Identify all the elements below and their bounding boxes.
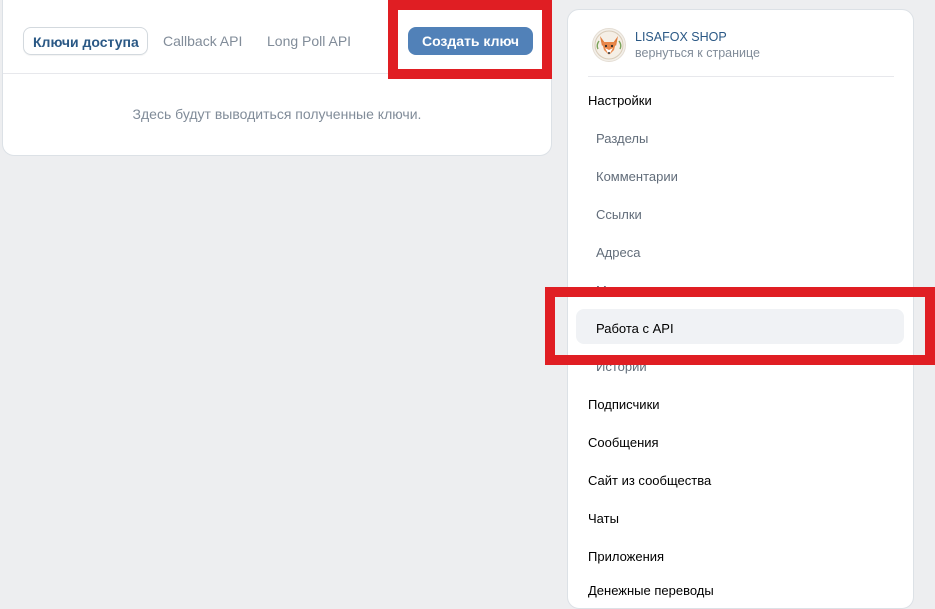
sidebar-item-settings[interactable]: Настройки <box>588 93 652 108</box>
sidebar-divider <box>588 76 894 77</box>
community-name[interactable]: LISAFOX SHOP <box>635 30 727 44</box>
sidebar-item-apps[interactable]: Приложения <box>588 549 664 564</box>
tab-callback-api[interactable]: Callback API <box>163 27 242 55</box>
tab-long-poll-api[interactable]: Long Poll API <box>267 27 351 55</box>
sidebar-subitem-menu[interactable]: Меню <box>596 283 631 298</box>
empty-keys-message: Здесь будут выводиться полученные ключи. <box>132 106 422 122</box>
fox-logo-icon-svg <box>594 30 624 60</box>
sidebar-item-subscribers[interactable]: Подписчики <box>588 397 660 412</box>
sidebar-item-community-site[interactable]: Сайт из сообщества <box>588 473 711 488</box>
sidebar-subitem-comments[interactable]: Комментарии <box>596 169 678 184</box>
sidebar-subitem-links[interactable]: Ссылки <box>596 207 642 222</box>
create-key-button[interactable]: Создать ключ <box>408 27 533 55</box>
sidebar-item-messages[interactable]: Сообщения <box>588 435 659 450</box>
sidebar-subitem-api[interactable]: Работа с API <box>596 321 674 336</box>
back-to-page-link[interactable]: вернуться к странице <box>635 46 760 60</box>
fox-logo-icon[interactable] <box>592 28 626 62</box>
tab-access-keys[interactable]: Ключи доступа <box>23 27 148 55</box>
sidebar-item-chats[interactable]: Чаты <box>588 511 619 526</box>
api-keys-panel: Ключи доступа Callback API Long Poll API… <box>2 0 552 156</box>
sidebar-subitem-addresses[interactable]: Адреса <box>596 245 640 260</box>
sidebar-subitem-sections[interactable]: Разделы <box>596 131 648 146</box>
tabs-bar: Ключи доступа Callback API Long Poll API… <box>3 0 551 74</box>
sidebar-subitem-stories[interactable]: Истории <box>596 359 647 374</box>
community-settings-sidebar: LISAFOX SHOP вернуться к странице Настро… <box>567 9 914 609</box>
